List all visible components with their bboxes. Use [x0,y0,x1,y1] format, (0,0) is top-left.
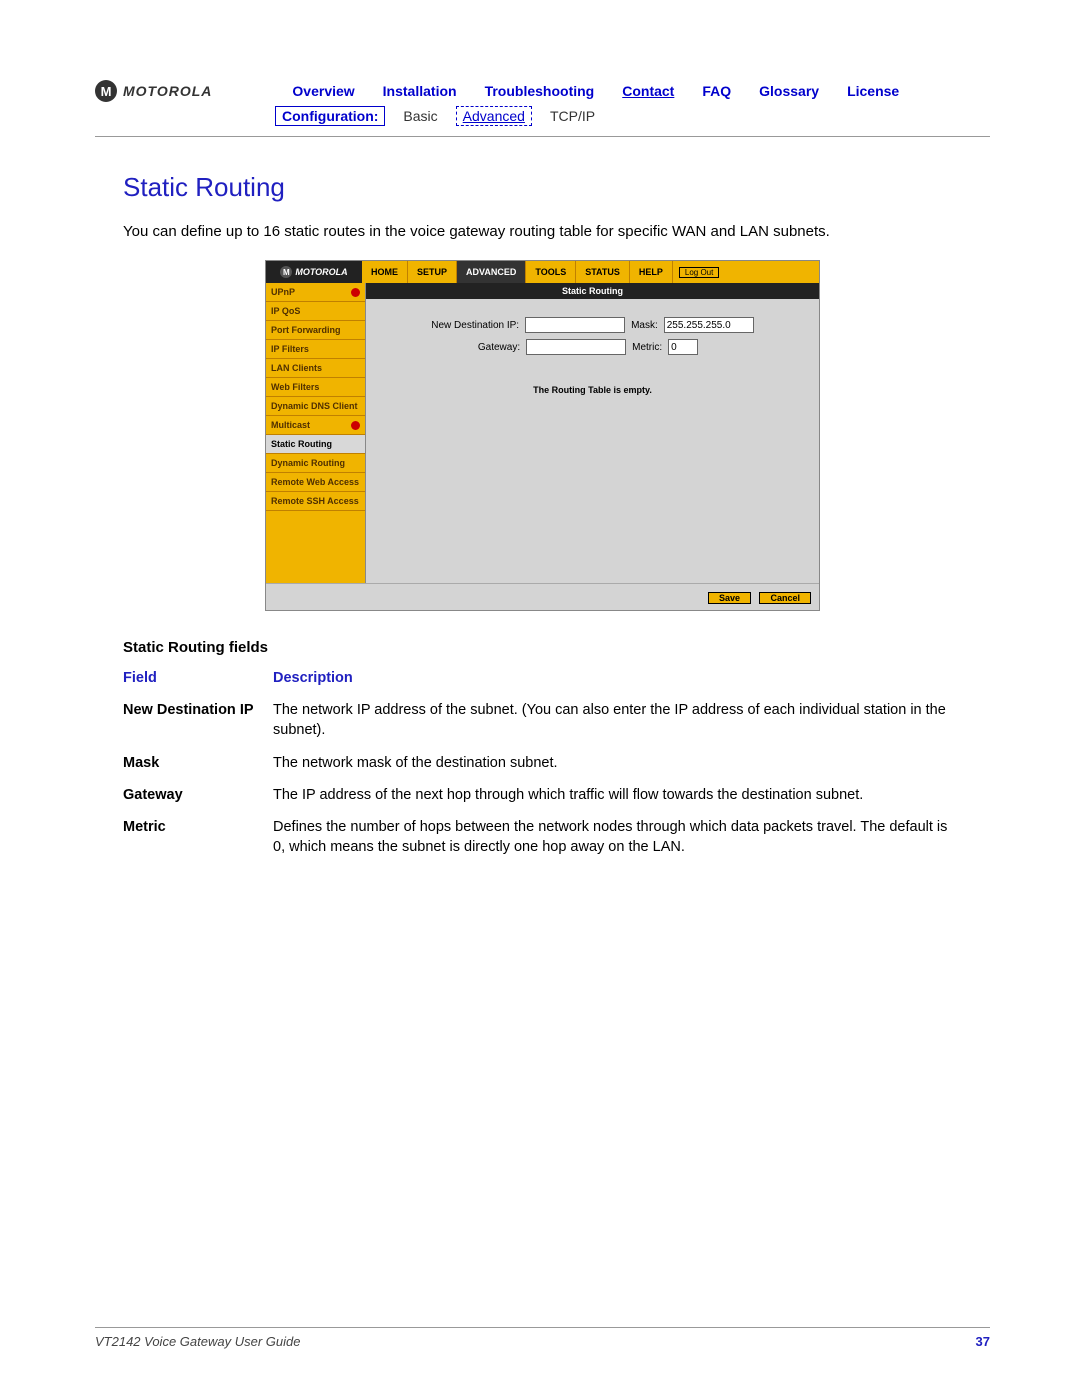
sidebar-item-ip-qos[interactable]: IP QoS [266,302,365,321]
sidebar-item-ip-filters[interactable]: IP Filters [266,340,365,359]
tab-advanced[interactable]: ADVANCED [457,261,526,283]
shot-brand: MOTOROLA [295,267,347,277]
nav-contact[interactable]: Contact [622,83,674,99]
sidebar-item-static-routing[interactable]: Static Routing [266,435,365,454]
field-name: Mask [123,747,273,779]
shot-footer: Save Cancel [266,583,819,610]
intro-text: You can define up to 16 static routes in… [123,221,990,242]
nav-faq[interactable]: FAQ [702,83,731,99]
page-footer: VT2142 Voice Gateway User Guide 37 [95,1327,990,1349]
nav-overview[interactable]: Overview [292,83,354,99]
sidebar-item-dynamic-routing[interactable]: Dynamic Routing [266,454,365,473]
table-row: GatewayThe IP address of the next hop th… [123,779,963,811]
motorola-logo: M MOTOROLA [95,80,212,102]
nav-license[interactable]: License [847,83,899,99]
tab-help[interactable]: HELP [630,261,673,283]
subnav-basic[interactable]: Basic [403,108,437,124]
col-field: Field [123,670,273,694]
sidebar-item-remote-web-access[interactable]: Remote Web Access [266,473,365,492]
field-name: Metric [123,811,273,864]
doc-header: M MOTOROLA Overview Installation Trouble… [95,80,990,102]
sidebar-item-upnp[interactable]: UPnP [266,283,365,302]
input-gateway[interactable] [526,339,626,355]
status-dot-icon [351,288,360,297]
tab-home[interactable]: HOME [362,261,408,283]
tab-status[interactable]: STATUS [576,261,630,283]
fields-subhead: Static Routing fields [123,639,990,656]
subnav-configuration[interactable]: Configuration: [275,106,385,126]
field-name: Gateway [123,779,273,811]
label-mask: Mask: [631,320,658,331]
save-button[interactable]: Save [708,592,751,604]
input-mask[interactable] [664,317,754,333]
sidebar-item-web-filters[interactable]: Web Filters [266,378,365,397]
subnav-tcpip[interactable]: TCP/IP [550,108,595,124]
top-nav: Overview Installation Troubleshooting Co… [292,83,927,99]
label-dest-ip: New Destination IP: [431,320,519,331]
col-description: Description [273,670,963,694]
input-dest-ip[interactable] [525,317,625,333]
sidebar-item-multicast[interactable]: Multicast [266,416,365,435]
tab-tools[interactable]: TOOLS [526,261,576,283]
field-description: The IP address of the next hop through w… [273,779,963,811]
sidebar-item-lan-clients[interactable]: LAN Clients [266,359,365,378]
motorola-icon: M [95,80,117,102]
empty-message: The Routing Table is empty. [376,385,809,395]
field-name: New Destination IP [123,694,273,747]
label-metric: Metric: [632,342,662,353]
shot-main: Static Routing New Destination IP: Mask:… [366,283,819,583]
footer-title: VT2142 Voice Gateway User Guide [95,1334,300,1349]
shot-logo: M MOTOROLA [266,261,362,283]
table-row: MetricDefines the number of hops between… [123,811,963,864]
table-row: MaskThe network mask of the destination … [123,747,963,779]
field-description: The network IP address of the subnet. (Y… [273,694,963,747]
sidebar-item-port-forwarding[interactable]: Port Forwarding [266,321,365,340]
brand-text: MOTOROLA [123,83,212,99]
shot-sidebar: UPnPIP QoSPort ForwardingIP FiltersLAN C… [266,283,366,583]
page-heading: Static Routing [123,172,990,203]
sidebar-item-remote-ssh-access[interactable]: Remote SSH Access [266,492,365,511]
field-description: The network mask of the destination subn… [273,747,963,779]
fields-table: Field Description New Destination IPThe … [123,670,963,864]
nav-troubleshooting[interactable]: Troubleshooting [485,83,595,99]
shot-topbar: M MOTOROLA HOMESETUPADVANCEDTOOLSSTATUSH… [266,261,819,283]
label-gateway: Gateway: [478,342,520,353]
input-metric[interactable] [668,339,698,355]
form-area: New Destination IP: Mask: Gateway: Metri… [366,299,819,405]
sub-nav: Configuration: Basic Advanced TCP/IP [275,106,990,126]
motorola-icon: M [280,266,292,278]
logout-button[interactable]: Log Out [679,267,719,278]
header-rule [95,136,990,137]
cancel-button[interactable]: Cancel [759,592,811,604]
nav-installation[interactable]: Installation [383,83,457,99]
page-number: 37 [976,1334,990,1349]
nav-glossary[interactable]: Glossary [759,83,819,99]
status-dot-icon [351,421,360,430]
tab-setup[interactable]: SETUP [408,261,457,283]
table-row: New Destination IPThe network IP address… [123,694,963,747]
sidebar-item-dynamic-dns-client[interactable]: Dynamic DNS Client [266,397,365,416]
section-band: Static Routing [366,283,819,299]
field-description: Defines the number of hops between the n… [273,811,963,864]
router-screenshot: M MOTOROLA HOMESETUPADVANCEDTOOLSSTATUSH… [265,260,820,611]
subnav-advanced[interactable]: Advanced [456,106,532,126]
